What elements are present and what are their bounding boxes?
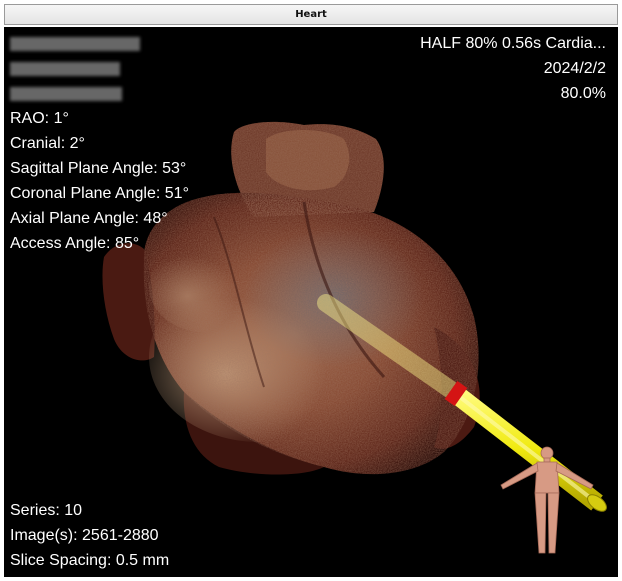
sagittal-plane-angle: Sagittal Plane Angle: 53° <box>10 160 187 177</box>
zoom-level: 80.0% <box>560 85 606 102</box>
slice-spacing: Slice Spacing: 0.5 mm <box>10 552 170 569</box>
study-description: HALF 80% 0.56s Cardia... <box>420 35 606 52</box>
coronal-plane-angle: Coronal Plane Angle: 51° <box>10 185 189 202</box>
window-title-bar: Heart <box>4 4 618 25</box>
redacted-patient-name <box>10 31 189 56</box>
study-info-overlay: HALF 80% 0.56s Cardia... 2024/2/2 80.0% <box>420 31 606 106</box>
angle-info-overlay: RAO: 1° Cranial: 2° Sagittal Plane Angle… <box>10 31 189 256</box>
redacted-patient-info <box>10 81 189 106</box>
axial-plane-angle: Axial Plane Angle: 48° <box>10 210 168 227</box>
series-number: Series: 10 <box>10 502 83 519</box>
series-info-overlay: Series: 10 Image(s): 2561-2880 Slice Spa… <box>10 498 169 573</box>
image-range: Image(s): 2561-2880 <box>10 527 159 544</box>
study-date: 2024/2/2 <box>543 60 606 77</box>
window-title: Heart <box>295 9 327 20</box>
rao-angle: RAO: 1° <box>10 110 69 127</box>
human-figure-icon <box>500 446 594 554</box>
3d-viewport[interactable]: RAO: 1° Cranial: 2° Sagittal Plane Angle… <box>4 27 618 577</box>
redacted-patient-id <box>10 56 189 81</box>
cranial-angle: Cranial: 2° <box>10 135 85 152</box>
access-angle: Access Angle: 85° <box>10 235 140 252</box>
